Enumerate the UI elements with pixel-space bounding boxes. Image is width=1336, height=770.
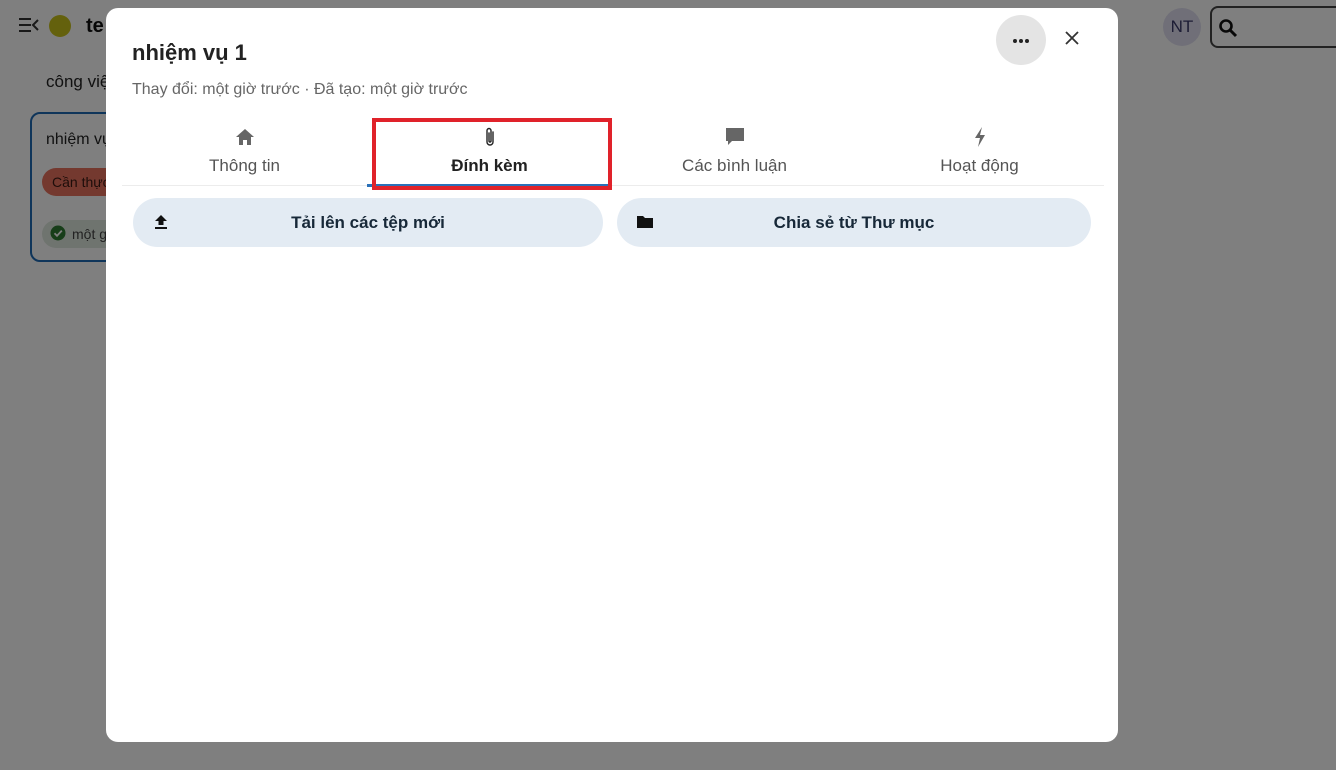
tab-label: Hoạt động	[940, 156, 1019, 175]
tab-comments[interactable]: Các bình luận	[612, 116, 857, 186]
more-options-button[interactable]	[996, 15, 1046, 65]
share-from-folder-label: Chia sẻ từ Thư mục	[773, 213, 935, 232]
card-detail-modal: nhiệm vụ 1 Thay đổi: một giờ trước · Đã …	[106, 8, 1118, 742]
tab-label: Thông tin	[209, 156, 280, 175]
paperclip-icon	[479, 126, 501, 148]
comment-icon	[724, 126, 746, 148]
upload-files-label: Tải lên các tệp mới	[291, 213, 445, 232]
tab-activity[interactable]: Hoạt động	[857, 116, 1102, 186]
tab-details[interactable]: Thông tin	[122, 116, 367, 186]
upload-files-button[interactable]: Tải lên các tệp mới	[133, 198, 603, 247]
tab-bar: Thông tin Đính kèm Các bình luận Hoạt độ…	[122, 116, 1104, 187]
tab-label: Đính kèm	[451, 156, 528, 175]
lightning-icon	[969, 126, 991, 148]
app: te NT công việc nhiệm vụ 1 Cần thực hiện…	[0, 0, 1336, 770]
active-tab-underline	[367, 184, 612, 187]
modal-subtitle: Thay đổi: một giờ trước · Đã tạo: một gi…	[132, 81, 468, 98]
more-horizontal-icon	[1012, 31, 1030, 49]
tab-attachments[interactable]: Đính kèm	[367, 116, 612, 187]
share-from-folder-button[interactable]: Chia sẻ từ Thư mục	[617, 198, 1091, 247]
tab-label: Các bình luận	[682, 156, 787, 175]
modal-title[interactable]: nhiệm vụ 1	[132, 40, 247, 66]
close-icon	[1064, 30, 1080, 51]
close-button[interactable]	[1052, 20, 1092, 60]
home-icon	[234, 126, 256, 148]
